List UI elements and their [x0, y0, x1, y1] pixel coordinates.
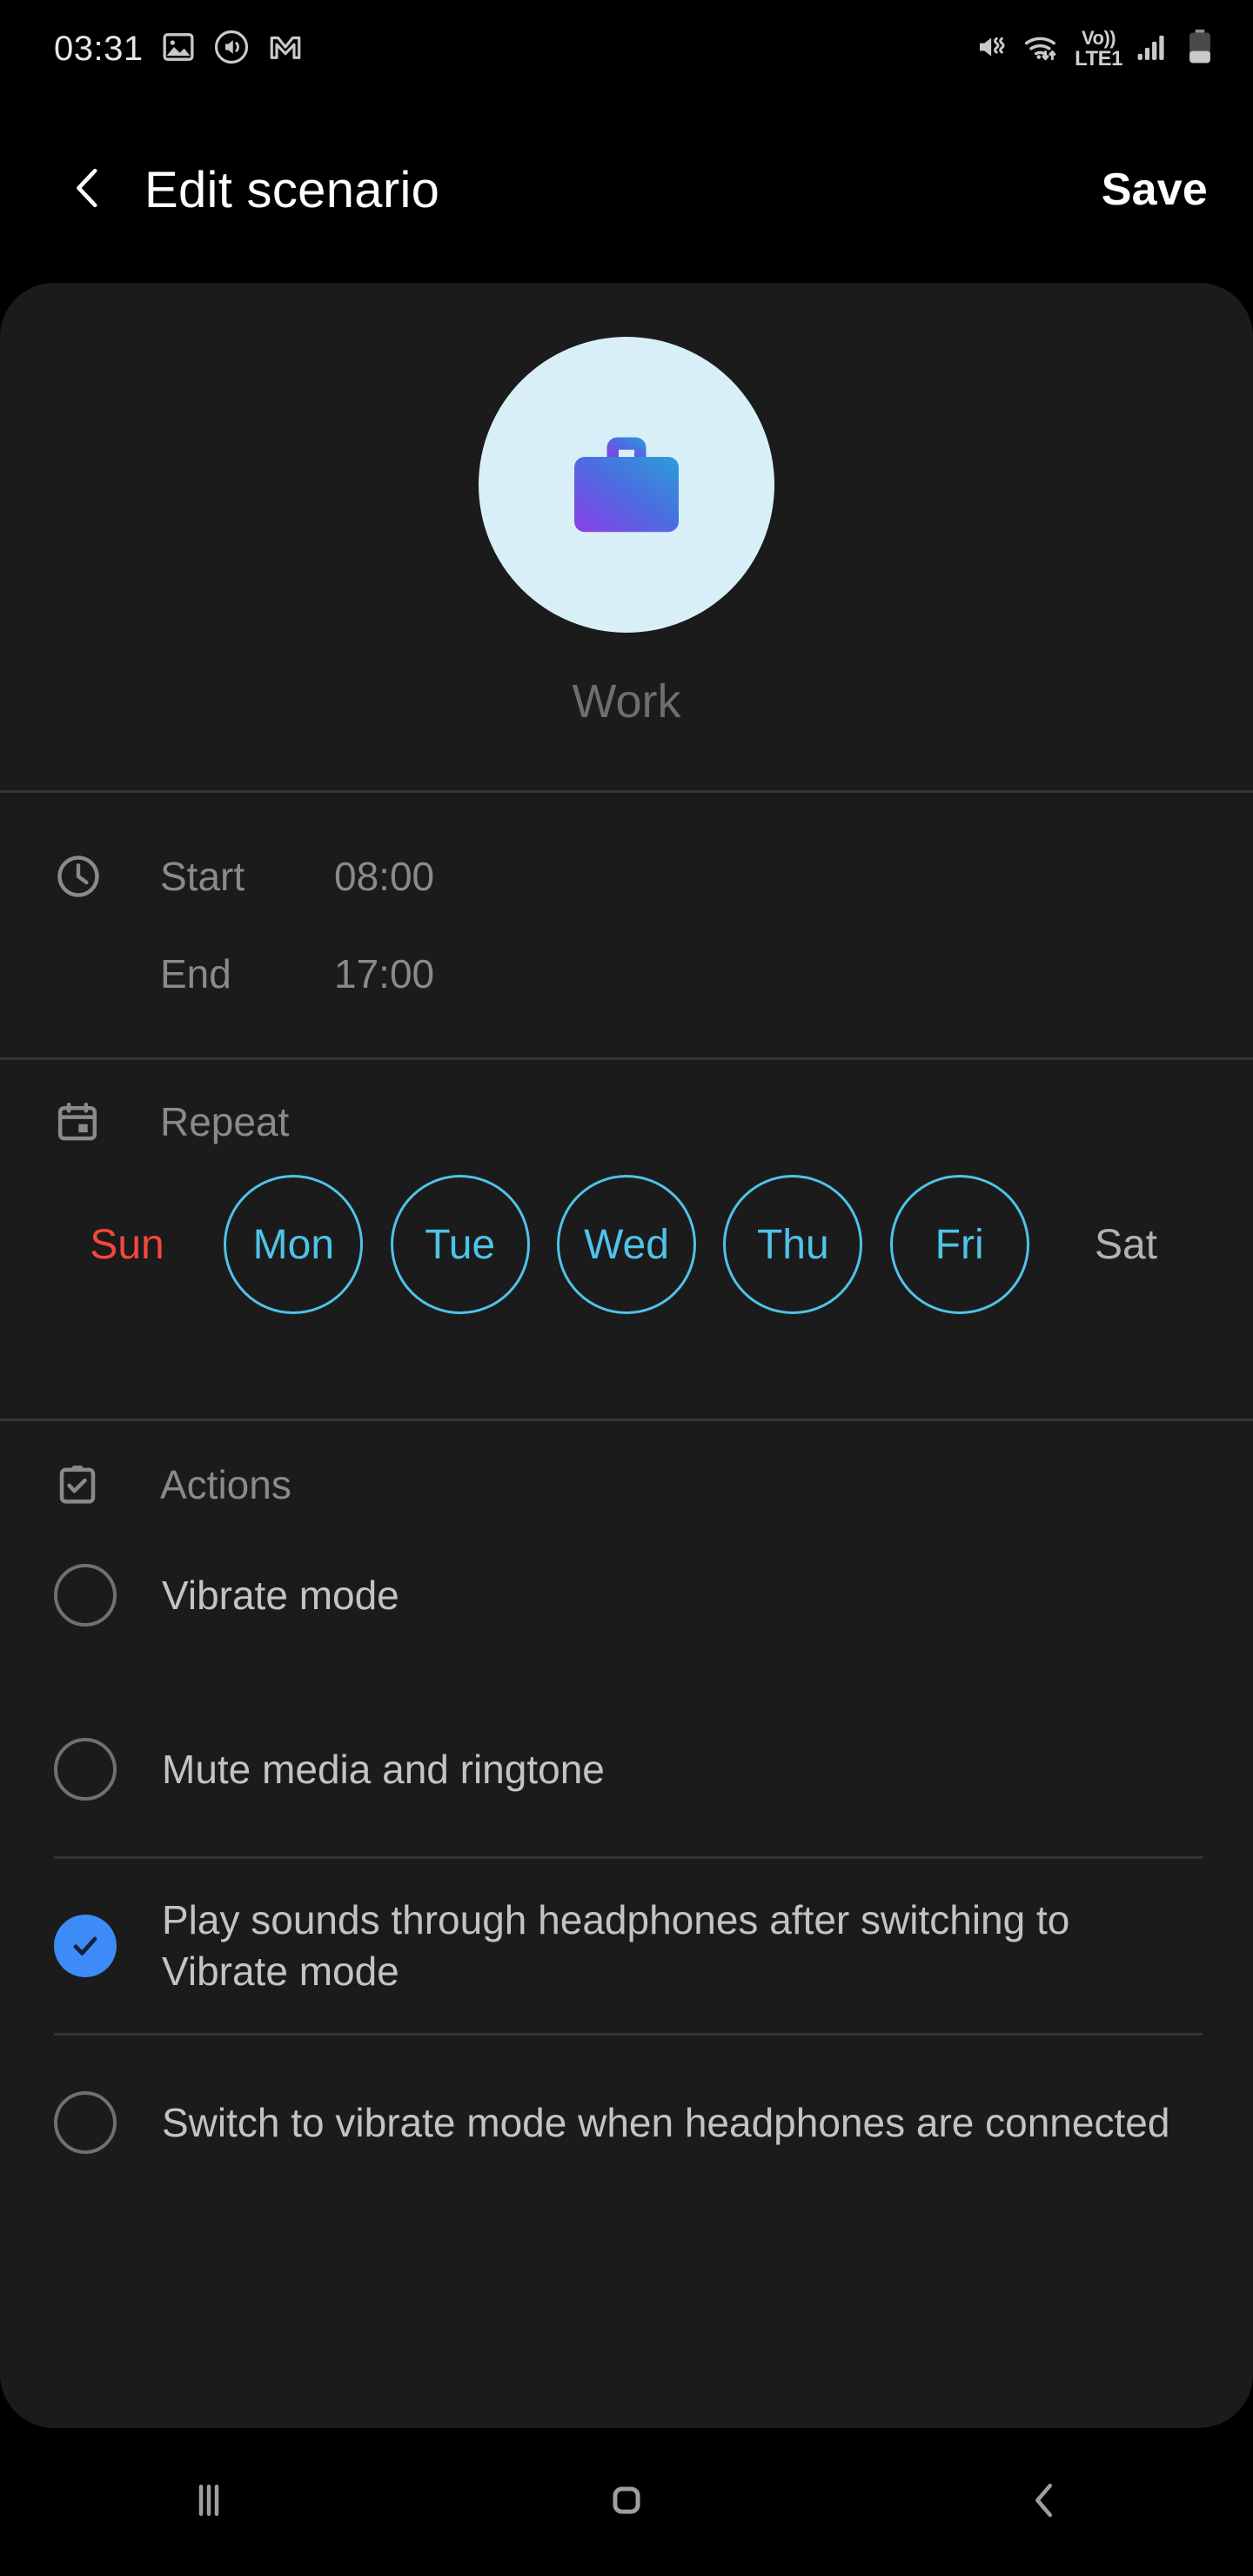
day-chip-tue[interactable]: Tue — [390, 1175, 530, 1314]
home-icon — [603, 2477, 650, 2528]
scenario-avatar[interactable] — [479, 337, 774, 633]
day-chip-thu[interactable]: Thu — [723, 1175, 863, 1314]
day-label: Mon — [252, 1221, 335, 1268]
actions-label: Actions — [160, 1462, 291, 1507]
day-label: Tue — [425, 1221, 496, 1268]
day-label: Fri — [935, 1221, 984, 1268]
start-time-row[interactable]: Start 08:00 — [54, 828, 1199, 925]
status-bar: 03:31 Vo)) LTE1 — [0, 0, 1253, 97]
image-icon — [161, 30, 196, 69]
status-time: 03:31 — [54, 29, 144, 68]
day-label: Thu — [756, 1221, 829, 1268]
day-chip-sun[interactable]: Sun — [57, 1175, 197, 1314]
actions-section: Actions Vibrate mode Mute media and ring… — [0, 1421, 1253, 2210]
volte-icon: Vo)) LTE1 — [1075, 26, 1122, 70]
back-icon — [1021, 2477, 1068, 2528]
day-label: Sun — [90, 1221, 164, 1268]
day-chip-sat[interactable]: Sat — [1056, 1175, 1196, 1314]
action-item-play-sounds-headphones[interactable]: Play sounds through headphones after swi… — [54, 1859, 1199, 2033]
calendar-icon — [54, 1098, 117, 1145]
gmail-icon — [267, 29, 304, 70]
system-nav-bar — [0, 2428, 1253, 2576]
day-chip-mon[interactable]: Mon — [224, 1175, 364, 1314]
phone-screen: 03:31 Vo)) LTE1 Edit scenario Save Work … — [0, 0, 1253, 2576]
repeat-section: Repeat Sun Mon Tue Wed Thu Fri Sat — [0, 1060, 1253, 1419]
day-selector: Sun Mon Tue Wed Thu Fri Sat — [54, 1175, 1199, 1314]
checkbox-unchecked-icon[interactable] — [54, 1738, 117, 1801]
sound-icon — [213, 29, 250, 70]
volte-bottom-label: LTE1 — [1075, 46, 1122, 70]
checkbox-checked-icon[interactable] — [54, 1915, 117, 1977]
clock-icon — [54, 852, 117, 901]
end-value[interactable]: 17:00 — [334, 950, 434, 997]
end-time-row[interactable]: End 17:00 — [54, 925, 1199, 1023]
action-label: Switch to vibrate mode when headphones a… — [162, 2099, 1170, 2145]
checkbox-unchecked-icon[interactable] — [54, 1564, 117, 1627]
end-label: End — [160, 951, 231, 996]
action-label: Play sounds through headphones after swi… — [162, 1897, 1070, 1994]
save-button[interactable]: Save — [1102, 164, 1208, 216]
action-item-mute-media[interactable]: Mute media and ringtone — [54, 1682, 1199, 1856]
wifi-icon — [1022, 29, 1062, 70]
home-button[interactable] — [539, 2428, 714, 2576]
scenario-header: Work — [0, 283, 1253, 790]
day-label: Wed — [584, 1221, 669, 1268]
chevron-left-icon — [64, 164, 112, 217]
action-label: Mute media and ringtone — [162, 1746, 605, 1792]
status-bar-right: Vo)) LTE1 — [974, 28, 1215, 70]
action-item-switch-vibrate-headphones[interactable]: Switch to vibrate mode when headphones a… — [54, 2036, 1199, 2210]
status-bar-left: 03:31 — [54, 29, 304, 70]
scenario-card: Work Start 08:00 End 17:00 Repeat Sun Mo… — [0, 283, 1253, 2428]
day-label: Sat — [1094, 1221, 1157, 1268]
start-label: Start — [160, 854, 245, 899]
signal-icon — [1135, 29, 1173, 70]
briefcase-icon — [548, 405, 705, 566]
action-item-vibrate-mode[interactable]: Vibrate mode — [54, 1508, 1199, 1682]
battery-icon — [1185, 28, 1215, 70]
app-bar: Edit scenario Save — [0, 97, 1253, 282]
mute-vibrate-icon — [974, 29, 1010, 70]
recents-icon — [185, 2477, 232, 2528]
nav-back-button[interactable] — [957, 2428, 1131, 2576]
day-chip-wed[interactable]: Wed — [556, 1175, 696, 1314]
clipboard-check-icon — [54, 1461, 117, 1508]
actions-header: Actions — [54, 1461, 1199, 1508]
repeat-label: Repeat — [160, 1099, 290, 1144]
volte-top-label: Vo)) — [1081, 26, 1116, 49]
day-chip-fri[interactable]: Fri — [889, 1175, 1029, 1314]
time-section[interactable]: Start 08:00 End 17:00 — [0, 793, 1253, 1057]
back-button[interactable] — [54, 156, 122, 224]
action-label: Vibrate mode — [162, 1572, 399, 1618]
repeat-header: Repeat — [54, 1098, 1199, 1145]
checkbox-unchecked-icon[interactable] — [54, 2091, 117, 2154]
recents-button[interactable] — [122, 2428, 296, 2576]
start-value[interactable]: 08:00 — [334, 853, 434, 900]
page-title: Edit scenario — [144, 161, 440, 218]
scenario-name[interactable]: Work — [572, 674, 680, 728]
